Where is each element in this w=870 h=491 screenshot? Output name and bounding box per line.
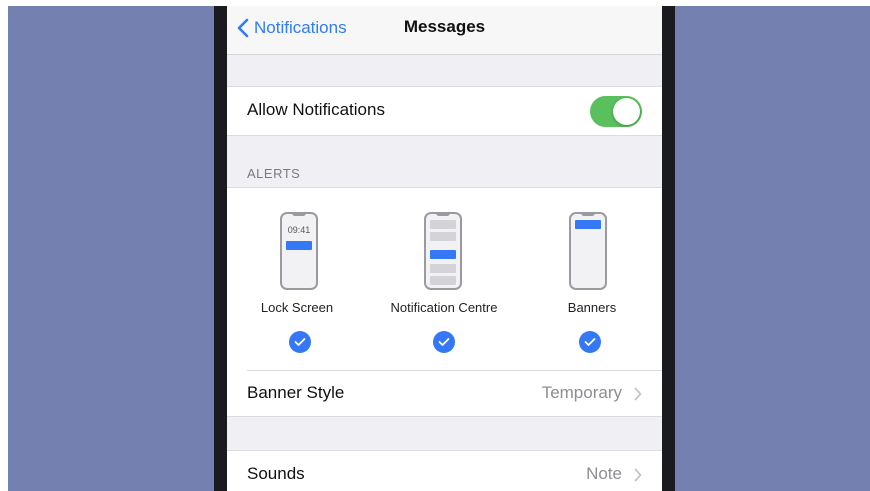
chevron-right-icon (634, 468, 642, 482)
banners-checkmark-icon[interactable] (579, 331, 601, 353)
allow-notifications-label: Allow Notifications (247, 100, 385, 119)
banner-style-value: Temporary (541, 383, 622, 402)
lock-screen-checkmark-icon[interactable] (289, 331, 311, 353)
lock-screen-label: Lock Screen (260, 300, 334, 315)
alerts-group: 09:41 Lock Screen Notification Centre Ba… (227, 187, 662, 417)
banner-style-row[interactable]: Banner Style Temporary (227, 371, 662, 416)
phone-screen: Notifications Messages Allow Notificatio… (227, 6, 662, 491)
alert-option-notification-centre[interactable]: Notification Centre (374, 208, 514, 358)
sounds-label: Sounds (247, 464, 305, 483)
sounds-value: Note (586, 464, 622, 483)
allow-notifications-row: Allow Notifications (227, 86, 662, 136)
notification-centre-label: Notification Centre (390, 300, 498, 315)
notification-centre-checkmark-icon[interactable] (433, 331, 455, 353)
alert-option-lock-screen[interactable]: 09:41 Lock Screen (227, 208, 367, 358)
banner-style-label: Banner Style (247, 383, 345, 402)
toggle-knob (613, 98, 640, 125)
sounds-row[interactable]: Sounds Note (227, 450, 662, 491)
banners-label: Banners (567, 300, 617, 315)
navigation-bar: Notifications Messages (227, 6, 662, 55)
notification-centre-phone-icon (424, 212, 462, 290)
page-title: Messages (403, 17, 486, 36)
lock-screen-preview-time: 09:41 (287, 225, 311, 235)
banners-phone-icon (569, 212, 607, 290)
lock-screen-phone-icon: 09:41 (280, 212, 318, 290)
chevron-right-icon (634, 387, 642, 401)
alerts-section-header: ALERTS (247, 166, 301, 181)
allow-notifications-toggle[interactable] (590, 96, 642, 127)
alert-option-banners[interactable]: Banners (522, 208, 662, 358)
